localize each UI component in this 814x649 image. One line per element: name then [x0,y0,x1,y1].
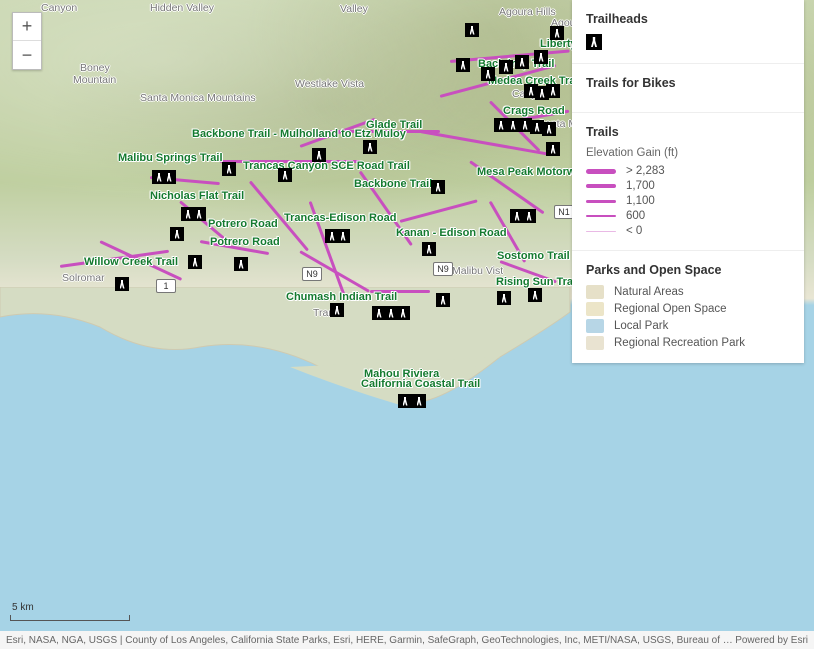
trailhead-icon[interactable] [431,180,445,194]
legend-trails-sub: Elevation Gain (ft) [586,147,790,159]
legend-trailheads: Trailheads [572,0,804,64]
park-swatch [586,319,604,333]
legend-bikes-title: Trails for Bikes [586,76,790,90]
line-swatch [586,184,616,188]
line-swatch [586,231,616,232]
legend-park-row: Local Park [586,319,790,333]
line-swatch [586,169,616,174]
line-swatch [586,215,616,218]
scale-bar: 5 km [10,602,130,621]
scale-line [10,615,130,621]
trailhead-icon[interactable] [436,293,450,307]
trailhead-icon[interactable] [515,55,529,69]
park-swatch [586,285,604,299]
trailhead-icon[interactable] [336,229,350,243]
trailhead-icon[interactable] [330,303,344,317]
trailhead-icon[interactable] [396,306,410,320]
attribution-bar: Esri, NASA, NGA, USGS | County of Los An… [0,631,814,649]
trail-line[interactable] [370,290,430,293]
legend-park-label: Regional Open Space [614,303,727,315]
legend-park-row: Regional Open Space [586,302,790,316]
legend-panel: Trailheads Trails for Bikes Trails Eleva… [572,0,804,363]
legend-trailheads-title: Trailheads [586,12,790,26]
legend-park-row: Regional Recreation Park [586,336,790,350]
legend-parks: Parks and Open Space Natural Areas Region… [572,251,804,363]
legend-trail-row: > 2,283 [586,165,790,177]
trailhead-icon[interactable] [278,168,292,182]
trailhead-icon[interactable] [546,84,560,98]
legend-trail-row: 1,700 [586,180,790,192]
legend-park-label: Local Park [614,320,668,332]
trailhead-icon[interactable] [456,58,470,72]
trailhead-icon[interactable] [170,227,184,241]
zoom-in-button[interactable]: + [13,13,41,41]
trailhead-icon[interactable] [534,50,548,64]
legend-park-label: Natural Areas [614,286,684,298]
trailhead-icon[interactable] [546,142,560,156]
legend-park-row: Natural Areas [586,285,790,299]
trailhead-icon[interactable] [542,122,556,136]
powered-by[interactable]: Powered by Esri [735,635,808,646]
trailhead-icon[interactable] [398,394,412,408]
attribution-text: Esri, NASA, NGA, USGS | County of Los An… [6,635,735,646]
legend-park-label: Regional Recreation Park [614,337,745,349]
trailhead-icon[interactable] [162,170,176,184]
trailhead-icon[interactable] [497,291,511,305]
line-swatch [586,200,616,203]
road-shield: N9 [433,262,453,276]
trailhead-icon[interactable] [550,26,564,40]
trailhead-icon[interactable] [188,255,202,269]
zoom-control: + − [12,12,42,70]
legend-trail-label: 1,100 [626,195,655,207]
scale-label: 5 km [10,602,130,613]
trailhead-icon[interactable] [234,257,248,271]
trailhead-icon[interactable] [412,394,426,408]
hiker-icon [586,34,602,50]
legend-trails-title: Trails [586,125,790,139]
legend-trail-row: < 0 [586,225,790,237]
trailhead-icon[interactable] [222,162,236,176]
trailhead-icon[interactable] [115,277,129,291]
legend-trail-label: < 0 [626,225,642,237]
legend-trailheads-row [586,34,790,50]
legend-bikes: Trails for Bikes [572,64,804,113]
legend-trail-label: 1,700 [626,180,655,192]
trailhead-icon[interactable] [465,23,479,37]
trailhead-icon[interactable] [522,209,536,223]
legend-trails: Trails Elevation Gain (ft) > 2,283 1,700 1… [572,113,804,251]
park-swatch [586,336,604,350]
trail-line[interactable] [220,160,360,163]
park-swatch [586,302,604,316]
legend-trail-label: 600 [626,210,645,222]
legend-trail-label: > 2,283 [626,165,665,177]
trailhead-icon[interactable] [363,140,377,154]
legend-parks-title: Parks and Open Space [586,263,790,277]
legend-trail-row: 600 [586,210,790,222]
trailhead-icon[interactable] [481,67,495,81]
trailhead-icon[interactable] [499,60,513,74]
trailhead-icon[interactable] [312,148,326,162]
trailhead-icon[interactable] [422,242,436,256]
trailhead-icon[interactable] [528,288,542,302]
road-shield: N9 [302,267,322,281]
road-shield: N1 [554,205,574,219]
road-shield: 1 [156,279,176,293]
trailhead-icon[interactable] [192,207,206,221]
zoom-out-button[interactable]: − [13,41,41,69]
legend-trail-row: 1,100 [586,195,790,207]
